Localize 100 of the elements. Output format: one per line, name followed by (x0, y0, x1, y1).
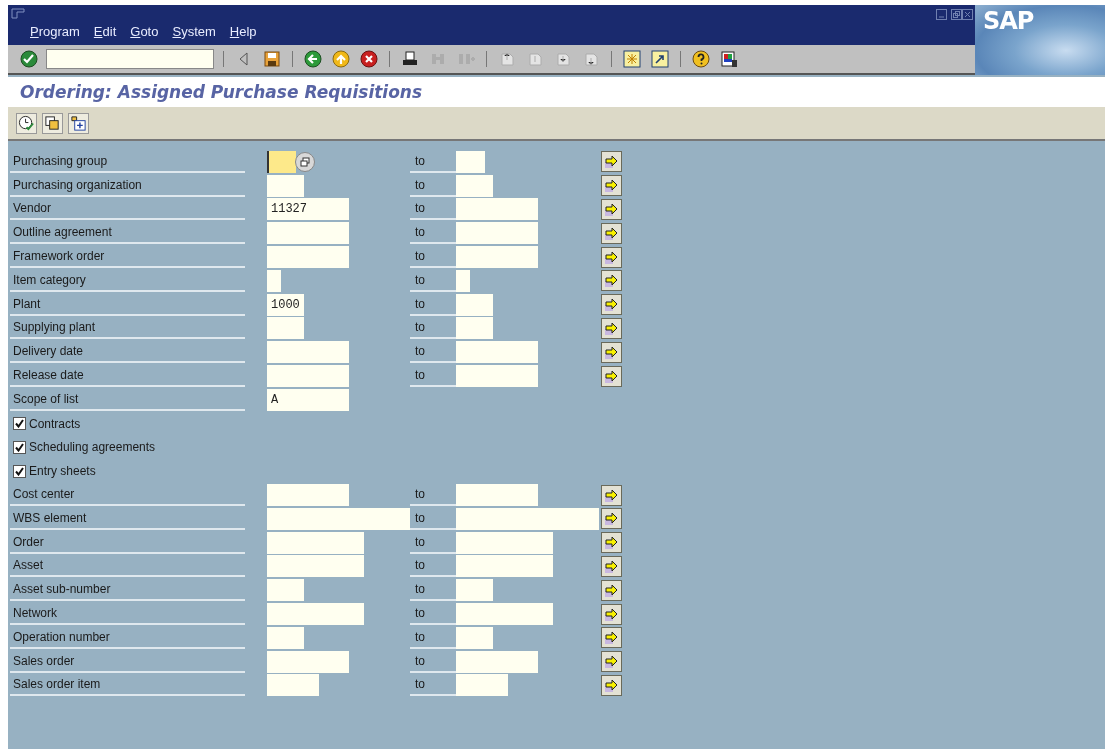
input-field[interactable] (267, 674, 319, 697)
input-field[interactable] (456, 293, 493, 316)
input-field[interactable] (456, 150, 485, 173)
system-menu-icon[interactable] (11, 8, 25, 20)
multiple-selection-button[interactable] (601, 365, 622, 387)
input-field[interactable] (267, 150, 296, 173)
input-field[interactable] (267, 341, 349, 364)
help-icon[interactable] (690, 48, 712, 70)
multiple-selection-button[interactable] (601, 555, 622, 577)
menu-item[interactable]: Edit (93, 24, 117, 39)
new-window-icon[interactable] (621, 48, 643, 70)
value-help-button[interactable] (295, 151, 315, 172)
multiple-selection-button[interactable] (601, 603, 622, 625)
multiple-selection-button[interactable] (601, 294, 622, 316)
field-label: Operation number (10, 626, 245, 649)
arrow-icon (604, 511, 619, 527)
arrow-icon (604, 487, 619, 503)
input-field[interactable] (267, 531, 364, 554)
restore-icon[interactable] (951, 9, 962, 20)
input-field[interactable] (267, 365, 349, 388)
input-field[interactable] (456, 317, 493, 340)
input-field[interactable] (456, 174, 493, 197)
multiple-selection-button[interactable] (601, 674, 622, 696)
multiple-selection-button[interactable] (601, 508, 622, 530)
field-label: Outline agreement (10, 222, 245, 245)
command-field[interactable] (46, 49, 214, 69)
input-field[interactable] (456, 198, 538, 221)
input-field[interactable] (267, 222, 349, 245)
minimize-icon[interactable] (936, 9, 947, 20)
input-field[interactable] (456, 484, 538, 507)
arrow-icon (604, 297, 619, 313)
input-field[interactable] (456, 531, 553, 554)
input-field[interactable] (456, 650, 538, 673)
input-field[interactable] (456, 269, 470, 292)
input-field[interactable] (267, 246, 349, 269)
input-field[interactable] (267, 555, 364, 578)
arrow-icon (604, 249, 619, 265)
arrow-icon (604, 344, 619, 360)
input-field[interactable] (456, 626, 493, 649)
input-field[interactable] (267, 626, 304, 649)
input-field[interactable] (267, 603, 364, 626)
cancel-icon[interactable] (358, 48, 380, 70)
check-icon[interactable] (18, 48, 40, 70)
checkbox[interactable] (13, 440, 26, 454)
input-field[interactable] (267, 650, 349, 673)
arrow-icon (604, 368, 619, 384)
input-field[interactable] (267, 174, 304, 197)
menu-item[interactable]: Program (30, 24, 80, 39)
multiple-selection-button[interactable] (601, 484, 622, 506)
close-icon[interactable] (962, 9, 973, 20)
clock-check-icon[interactable] (16, 112, 37, 134)
input-field[interactable] (456, 674, 508, 697)
input-field[interactable] (456, 222, 538, 245)
field-label: Purchasing group (10, 150, 245, 173)
multiple-selection-button[interactable] (601, 627, 622, 649)
input-field[interactable] (267, 269, 281, 292)
input-field[interactable] (267, 579, 304, 602)
input-field[interactable] (456, 365, 538, 388)
checkbox[interactable] (13, 417, 26, 431)
input-field[interactable] (456, 603, 553, 626)
arrow-icon (604, 558, 619, 574)
checkbox-label: Entry sheets (29, 464, 96, 479)
variant-icon[interactable] (42, 112, 63, 134)
back-icon[interactable] (302, 48, 324, 70)
arrow-icon (604, 154, 619, 170)
menu-item[interactable]: System (172, 24, 216, 39)
save-icon[interactable] (261, 48, 283, 70)
input-field[interactable] (267, 484, 349, 507)
input-field[interactable] (456, 555, 553, 578)
multiple-selection-button[interactable] (601, 151, 622, 173)
input-field[interactable]: 11327 (267, 198, 349, 221)
input-field[interactable] (267, 507, 410, 530)
multiple-selection-button[interactable] (601, 532, 622, 554)
menu-item[interactable]: Goto (130, 24, 159, 39)
arrow-icon (604, 677, 619, 693)
multiple-selection-button[interactable] (601, 246, 622, 268)
checkbox-label: Contracts (29, 416, 81, 431)
multiple-selection-button[interactable] (601, 579, 622, 601)
menu-item[interactable]: Help (229, 24, 257, 39)
input-field[interactable]: A (267, 388, 349, 411)
field-label: Asset (10, 555, 245, 578)
input-field[interactable] (267, 317, 304, 340)
input-field[interactable] (456, 579, 493, 602)
multiple-selection-button[interactable] (601, 199, 622, 220)
input-field[interactable]: 1000 (267, 293, 304, 316)
input-field[interactable] (456, 507, 599, 530)
multiple-selection-button[interactable] (601, 317, 622, 339)
multiple-selection-button[interactable] (601, 270, 622, 292)
multiple-selection-button[interactable] (601, 341, 622, 363)
dynamic-selection-icon[interactable] (68, 112, 89, 134)
checkbox[interactable] (13, 464, 26, 478)
input-field[interactable] (456, 246, 538, 269)
field-label: Item category (10, 269, 245, 292)
shortcut-icon[interactable] (649, 48, 671, 70)
input-field[interactable] (456, 341, 538, 364)
layout-icon[interactable] (718, 48, 740, 70)
multiple-selection-button[interactable] (601, 651, 622, 673)
logo: SAP (975, 5, 1105, 75)
multiple-selection-button[interactable] (601, 222, 622, 244)
multiple-selection-button[interactable] (601, 175, 622, 197)
